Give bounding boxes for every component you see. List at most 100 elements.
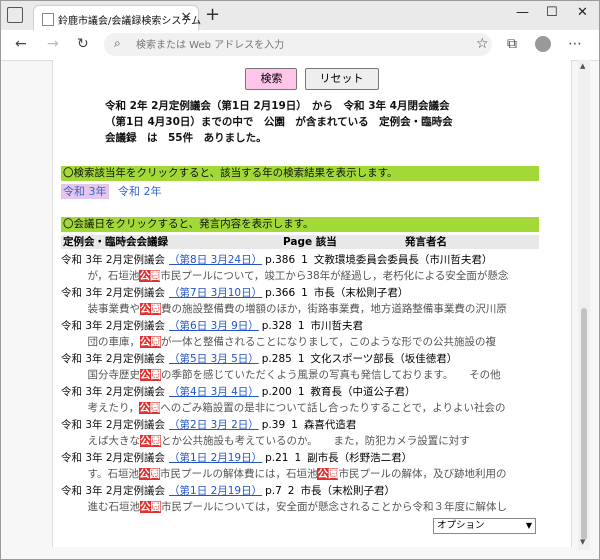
excerpt-pre: えば大きな <box>77 435 140 447</box>
address-input[interactable] <box>134 36 478 54</box>
excerpt-pre: が，石垣池 <box>77 270 140 282</box>
summary-line-2: （第1日 4月30日）までの中で 公園 が含まれている 定例会・臨時会 <box>105 116 453 128</box>
record-speaker: 森喜代造君 <box>303 419 357 431</box>
address-bar[interactable]: ⌕ <box>104 33 492 56</box>
record-page: p.386 <box>265 254 296 266</box>
record-meeting: 令和 3年 2月定例議会 <box>61 254 166 266</box>
tab-close-icon[interactable]: × <box>180 9 192 25</box>
scroll-down-icon[interactable]: ▼ <box>580 538 585 546</box>
record-meeting: 令和 3年 2月定例議会 <box>61 485 166 497</box>
record-date-link[interactable]: （第6日 3月 9日） <box>169 320 259 332</box>
record-row: 令和 3年 2月定例議会 （第6日 3月 9日） p.328 1 市川哲夫君 <box>61 318 541 334</box>
year-list: 令和 3年 令和 2年 <box>61 183 168 199</box>
record-excerpt: 団の車庫，公園が一体と整備されることになりまして，このような形での公共施設の複 <box>77 334 547 350</box>
record-meeting: 令和 3年 2月定例議会 <box>61 386 166 398</box>
option-select[interactable]: オプション ▼ <box>433 518 536 534</box>
record-excerpt: 装事業費や公園費の施設整備費の増額のほか，街路事業費，地方道路整備事業費の沢川原 <box>77 301 547 317</box>
sidebar-toggle-icon[interactable] <box>7 7 23 23</box>
excerpt-pre: 装事業費や <box>77 303 140 315</box>
more-menu-icon[interactable]: ⋯ <box>568 36 582 52</box>
record-speaker: 市川哲夫君 <box>310 320 364 332</box>
maximize-icon[interactable]: ☐ <box>546 5 558 20</box>
record-meeting: 令和 3年 2月定例議会 <box>61 452 166 464</box>
keyword-highlight: 公園 <box>139 402 161 414</box>
scroll-up-icon[interactable]: ▲ <box>580 62 585 70</box>
record-page: p.39 <box>261 419 286 431</box>
forward-icon[interactable]: → <box>47 36 59 52</box>
record-count: 1 <box>297 320 305 332</box>
record-row: 令和 3年 2月定例議会 （第4日 3月 4日） p.200 1 教育長（中道公子君） <box>61 384 541 400</box>
keyword-highlight: 公園 <box>139 270 161 282</box>
excerpt-pre: 国分寺歴史 <box>77 369 140 381</box>
record-date-link[interactable]: （第2日 3月 2日） <box>169 419 259 431</box>
search-button[interactable]: 検索 <box>245 68 298 90</box>
record-page: p.366 <box>265 287 296 299</box>
record-speaker: 教育長（中道公子君） <box>310 386 416 398</box>
summary-line-1: 令和 2年 2月定例議会（第1日 2月19日） から 令和 3年 4月閉会議会 <box>105 100 450 112</box>
record-date-link[interactable]: （第8日 3月24日） <box>169 254 262 266</box>
new-tab-icon[interactable]: + <box>205 4 220 25</box>
record-speaker: 文化スポーツ部長（坂佳徳君） <box>310 353 458 365</box>
scroll-thumb[interactable] <box>581 308 587 540</box>
excerpt-post: 市民プールについては，安全面が懸念されることから令和３年度に解体し <box>161 501 507 513</box>
record-meeting: 令和 3年 2月定例議会 <box>61 353 166 365</box>
chevron-down-icon: ▼ <box>525 521 532 530</box>
record-page: p.21 <box>265 452 289 464</box>
record-count: 1 <box>291 419 298 431</box>
excerpt-pre: 団の車庫， <box>77 336 140 348</box>
record-count: 1 <box>301 287 308 299</box>
page-scrollbar[interactable]: ▲ ▼ <box>578 60 590 550</box>
year-link-r2[interactable]: 令和 2年 <box>116 184 164 199</box>
keyword-highlight: 公園 <box>140 336 161 348</box>
summary-line-3: 会議録 は 55件 ありました。 <box>105 132 267 144</box>
excerpt-post: が一体と整備されることになりまして，このような形での公共施設の複 <box>161 336 496 348</box>
record-row: 令和 3年 2月定例議会 （第2日 3月 2日） p.39 1 森喜代造君 <box>61 417 541 433</box>
record-row: 令和 3年 2月定例議会 （第5日 3月 5日） p.285 1 文化スポーツ部長（坂佳… <box>61 351 541 367</box>
table-header: 定例会・臨時会会議録 Page 該当 発言者名 <box>61 235 539 249</box>
refresh-icon[interactable]: ↻ <box>77 36 89 52</box>
excerpt-post: 費の施設整備費の増額のほか，街路事業費，地方道路整備事業費の沢川原 <box>161 303 507 315</box>
record-excerpt: 考えたり，公園へのごみ箱設置の是非について話し合ったりすることで，よりよい社会の <box>77 400 547 416</box>
record-page: p.200 <box>261 386 292 398</box>
favorite-star-icon[interactable]: ☆ <box>476 36 489 52</box>
record-date-link[interactable]: （第1日 2月19日） <box>169 485 262 497</box>
record-date-link[interactable]: （第1日 2月19日） <box>169 452 262 464</box>
keyword-highlight: 公園 <box>140 435 161 447</box>
record-count: 1 <box>301 254 308 266</box>
browser-window: 鈴鹿市議会/会議録検索システム × + — ☐ ✕ ← → ↻ ⌕ ☆ ⧉ ⋯ … <box>0 0 600 560</box>
close-window-icon[interactable]: ✕ <box>577 5 588 20</box>
record-date-link[interactable]: （第5日 3月 5日） <box>169 353 259 365</box>
page-content: 検索 リセット 令和 2年 2月定例議会（第1日 2月19日） から 令和 3年… <box>52 60 572 547</box>
keyword-highlight: 公園 <box>140 369 161 381</box>
browser-toolbar: ← → ↻ ⌕ ☆ ⧉ ⋯ <box>1 30 599 61</box>
excerpt-pre: す。石垣池 <box>77 468 139 480</box>
record-row: 令和 3年 2月定例議会 （第7日 3月10日） p.366 1 市長（末松則子君） <box>61 285 541 301</box>
record-row: 令和 3年 2月定例議会 （第1日 2月19日） p.21 1 副市長（杉野浩二君） <box>61 450 541 466</box>
profile-avatar[interactable] <box>535 36 551 52</box>
record-date-link[interactable]: （第4日 3月 4日） <box>169 386 259 398</box>
record-excerpt: 進む石垣池公園市民プールについては，安全面が懸念されることから令和３年度に解体し <box>77 499 547 515</box>
excerpt-post-2: 市民プールの解体，及び跡地利用の <box>338 468 507 480</box>
year-notice-bar: 〇検索該当年をクリックすると、該当する年の検索結果を表示します。 <box>61 166 539 181</box>
back-icon[interactable]: ← <box>15 36 27 52</box>
year-link-r3[interactable]: 令和 3年 <box>61 184 109 199</box>
tab-bar: 鈴鹿市議会/会議録検索システム × + — ☐ ✕ <box>1 1 599 32</box>
excerpt-post: とか公共施設も考えているのか。 また，防犯カメラ設置に対す <box>161 435 470 447</box>
record-page: p.328 <box>261 320 292 332</box>
record-count: 2 <box>287 485 295 497</box>
record-row: 令和 3年 2月定例議会 （第8日 3月24日） p.386 1 文教環境委員会委員長（… <box>61 252 541 268</box>
browser-tab[interactable]: 鈴鹿市議会/会議録検索システム × <box>33 5 201 32</box>
button-row: 検索 リセット <box>53 67 571 90</box>
minimize-icon[interactable]: — <box>516 5 529 20</box>
excerpt-post: の季節を感じていただくよう風景の写真も発信しております。 その他 <box>161 369 501 381</box>
reset-button[interactable]: リセット <box>304 68 379 90</box>
keyword-highlight: 公園 <box>138 468 160 480</box>
record-excerpt: えば大きな公園とか公共施設も考えているのか。 また，防犯カメラ設置に対す <box>77 433 547 449</box>
header-meeting: 定例会・臨時会会議録 <box>63 236 168 248</box>
search-icon: ⌕ <box>114 36 121 50</box>
record-date-link[interactable]: （第7日 3月10日） <box>169 287 262 299</box>
option-select-value: オプション <box>437 520 485 531</box>
collections-icon[interactable]: ⧉ <box>507 36 517 52</box>
record-meeting: 令和 3年 2月定例議会 <box>61 287 166 299</box>
record-excerpt: が，石垣池公園市民プールについて，竣工から38年が経過し，老朽化による安全面が懸… <box>77 268 547 284</box>
